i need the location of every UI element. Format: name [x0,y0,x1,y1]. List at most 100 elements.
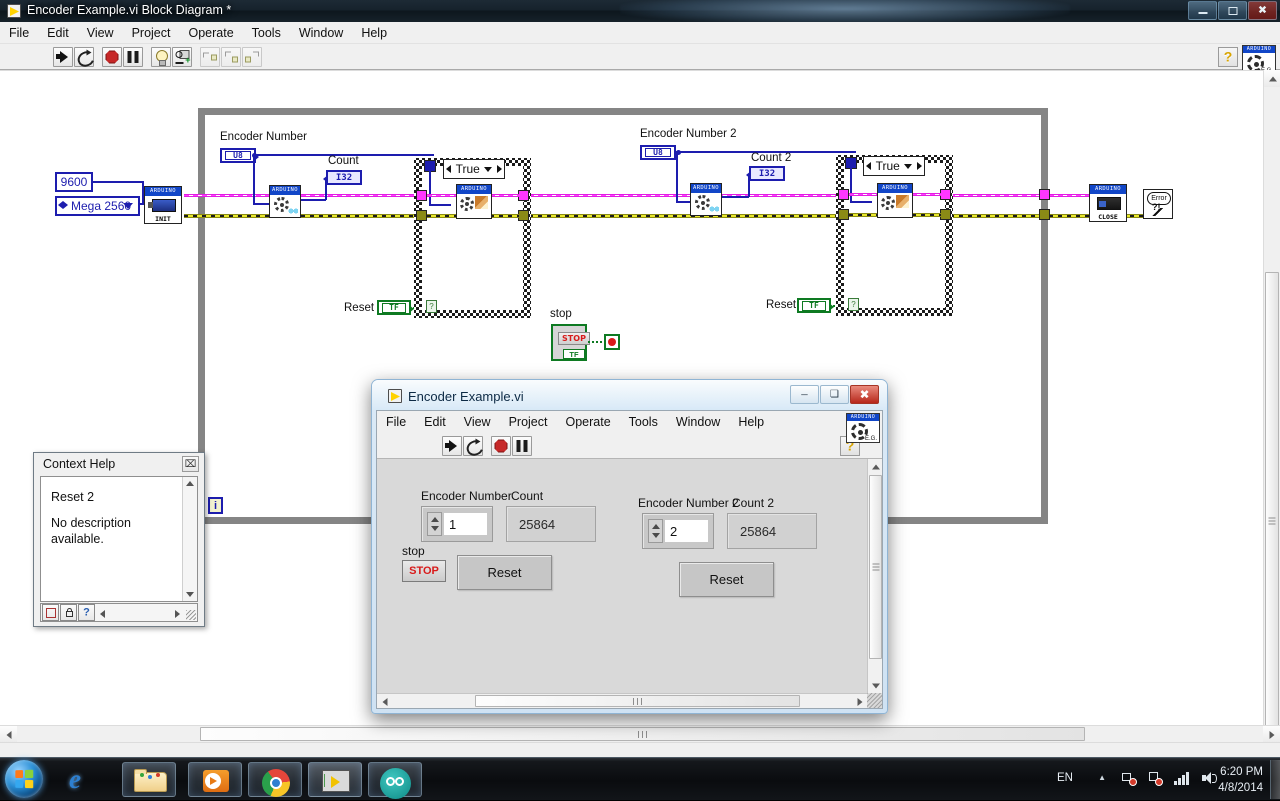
horizontal-scroll-thumb[interactable] [200,727,1085,741]
fp-menu-file[interactable]: File [377,413,415,431]
vertical-scroll-thumb[interactable] [1265,272,1279,769]
fp-menu-project[interactable]: Project [500,413,557,431]
case-structure-1[interactable] [414,158,531,318]
arduino-encoder-read-node-2[interactable]: ARDUINO [690,183,722,216]
baud-rate-constant[interactable]: 9600 [55,172,93,192]
taskbar-item-arduino-ide[interactable] [368,762,422,799]
count-1-terminal[interactable]: I32 [323,170,362,185]
menu-project[interactable]: Project [123,24,180,42]
fp-run-continuously-button[interactable] [463,436,483,456]
fp-horizontal-scroll-thumb[interactable] [475,695,800,707]
scroll-right-button[interactable] [852,694,867,708]
fp-encoder-number-1-control[interactable]: 1 [421,506,493,542]
fp-menu-tools[interactable]: Tools [620,413,667,431]
case-2-tunnel-out-error[interactable] [940,209,951,220]
signal-bars-icon[interactable] [1174,772,1190,785]
menu-view[interactable]: View [78,24,123,42]
case-next-arrow-icon[interactable] [916,162,922,170]
chevron-right-icon[interactable] [175,610,180,618]
front-panel-canvas[interactable]: Encoder Number 1 Count 25864 stop STOP R… [377,459,882,708]
arduino-encoder-reset-node-2[interactable]: ARDUINO [877,183,913,218]
fp-encoder-number-2-value[interactable]: 2 [665,520,708,542]
taskbar-item-internet-explorer[interactable]: e [48,762,102,797]
scroll-up-button[interactable] [868,459,882,474]
step-into-button[interactable] [200,47,220,67]
case-structure-2-selector[interactable]: True [863,156,925,176]
taskbar-item-windows-explorer[interactable] [122,762,176,797]
menu-tools[interactable]: Tools [243,24,290,42]
case-prev-arrow-icon[interactable] [446,165,451,173]
chevron-up-icon[interactable] [186,481,194,486]
loop-tunnel-error[interactable] [1039,209,1050,220]
case-2-question-terminal[interactable]: ? [848,298,859,311]
block-diagram-horizontal-scrollbar[interactable] [0,725,1280,743]
scroll-left-button[interactable] [377,694,392,708]
case-1-question-terminal[interactable]: ? [426,300,437,313]
close-button[interactable]: ✖ [1248,1,1277,20]
case-structure-2[interactable] [836,155,953,316]
tray-clock-time[interactable]: 6:20 PM [1203,766,1263,778]
fp-encoder-number-2-control[interactable]: 2 [642,513,714,549]
front-panel-window[interactable]: Encoder Example.vi ─ ❏ ✖ File Edit View … [371,379,888,714]
case-2-tunnel-in-error[interactable] [838,209,849,220]
fp-reset-2-button[interactable]: Reset [679,562,774,597]
fp-vi-icon[interactable]: ARDUINO E.G. [846,413,880,443]
fp-pause-button[interactable] [512,436,532,456]
run-button[interactable] [53,47,73,67]
action-center-icon[interactable] [1148,772,1163,786]
chevron-up-icon[interactable] [430,517,439,522]
context-help-horizontal-scrollbar[interactable] [97,605,183,620]
show-desktop-button[interactable] [1270,760,1280,799]
fp-vertical-scroll-thumb[interactable] [869,475,882,659]
fp-menu-edit[interactable]: Edit [415,413,455,431]
arduino-encoder-reset-node-1[interactable]: ARDUINO [456,184,492,219]
case-2-tunnel-in-resource[interactable] [838,189,849,200]
restore-button[interactable] [1218,1,1247,20]
scroll-down-button[interactable] [868,678,882,693]
fp-horizontal-scrollbar[interactable] [377,693,867,708]
tray-clock-date[interactable]: 4/8/2014 [1203,782,1263,794]
case-prev-arrow-icon[interactable] [866,162,871,170]
fp-menu-window[interactable]: Window [667,413,729,431]
taskbar-item-google-chrome[interactable] [248,762,302,797]
network-icon[interactable] [1122,772,1137,786]
scroll-left-button[interactable] [0,726,17,743]
fp-stop-button[interactable]: STOP [402,560,446,582]
chevron-left-icon[interactable] [100,610,105,618]
resize-grip[interactable] [186,610,196,620]
menu-window[interactable]: Window [290,24,352,42]
arduino-encoder-read-node-1[interactable]: ARDUINO [269,185,301,218]
fp-menu-help[interactable]: Help [729,413,773,431]
case-structure-1-selector[interactable]: True [443,159,505,179]
fp-menu-operate[interactable]: Operate [556,413,619,431]
menu-file[interactable]: File [0,24,38,42]
chevron-down-icon[interactable] [430,526,439,531]
tray-show-hidden-icons[interactable]: ▲ [1098,773,1106,782]
step-over-button[interactable] [221,47,241,67]
taskbar-item-labview[interactable] [308,762,362,797]
ring-right-arrow-icon[interactable] [63,201,68,209]
arduino-close-node[interactable]: ARDUINO CLOSE [1089,184,1127,222]
chevron-down-icon[interactable] [651,533,660,538]
pause-button[interactable] [123,47,143,67]
case-dropdown-arrow-icon[interactable] [484,166,493,172]
encoder-number-1-terminal[interactable]: U8 [220,148,259,163]
context-help-vertical-scrollbar[interactable] [182,477,197,601]
highlight-execution-button[interactable] [151,47,171,67]
chevron-down-icon[interactable] [186,592,194,597]
case-next-arrow-icon[interactable] [496,165,502,173]
arduino-init-node[interactable]: ARDUINO INIT [144,186,182,224]
ring-dropdown-arrow-icon[interactable] [123,203,133,209]
loop-conditional-terminal[interactable] [604,334,620,350]
step-out-button[interactable] [242,47,262,67]
block-diagram-vertical-scrollbar[interactable] [1263,70,1280,769]
context-help-window[interactable]: Context Help ⌧ Reset 2 No description av… [33,452,205,627]
lock-context-help-icon[interactable] [60,604,77,621]
menu-operate[interactable]: Operate [179,24,242,42]
chevron-up-icon[interactable] [651,524,660,529]
close-button[interactable]: ✖ [850,385,879,404]
detailed-help-icon[interactable]: ? [78,604,95,621]
case-1-tunnel-out-error[interactable] [518,210,529,221]
restore-button[interactable]: ❏ [820,385,849,404]
simple-error-handler-node[interactable]: Error ?! [1143,189,1173,219]
